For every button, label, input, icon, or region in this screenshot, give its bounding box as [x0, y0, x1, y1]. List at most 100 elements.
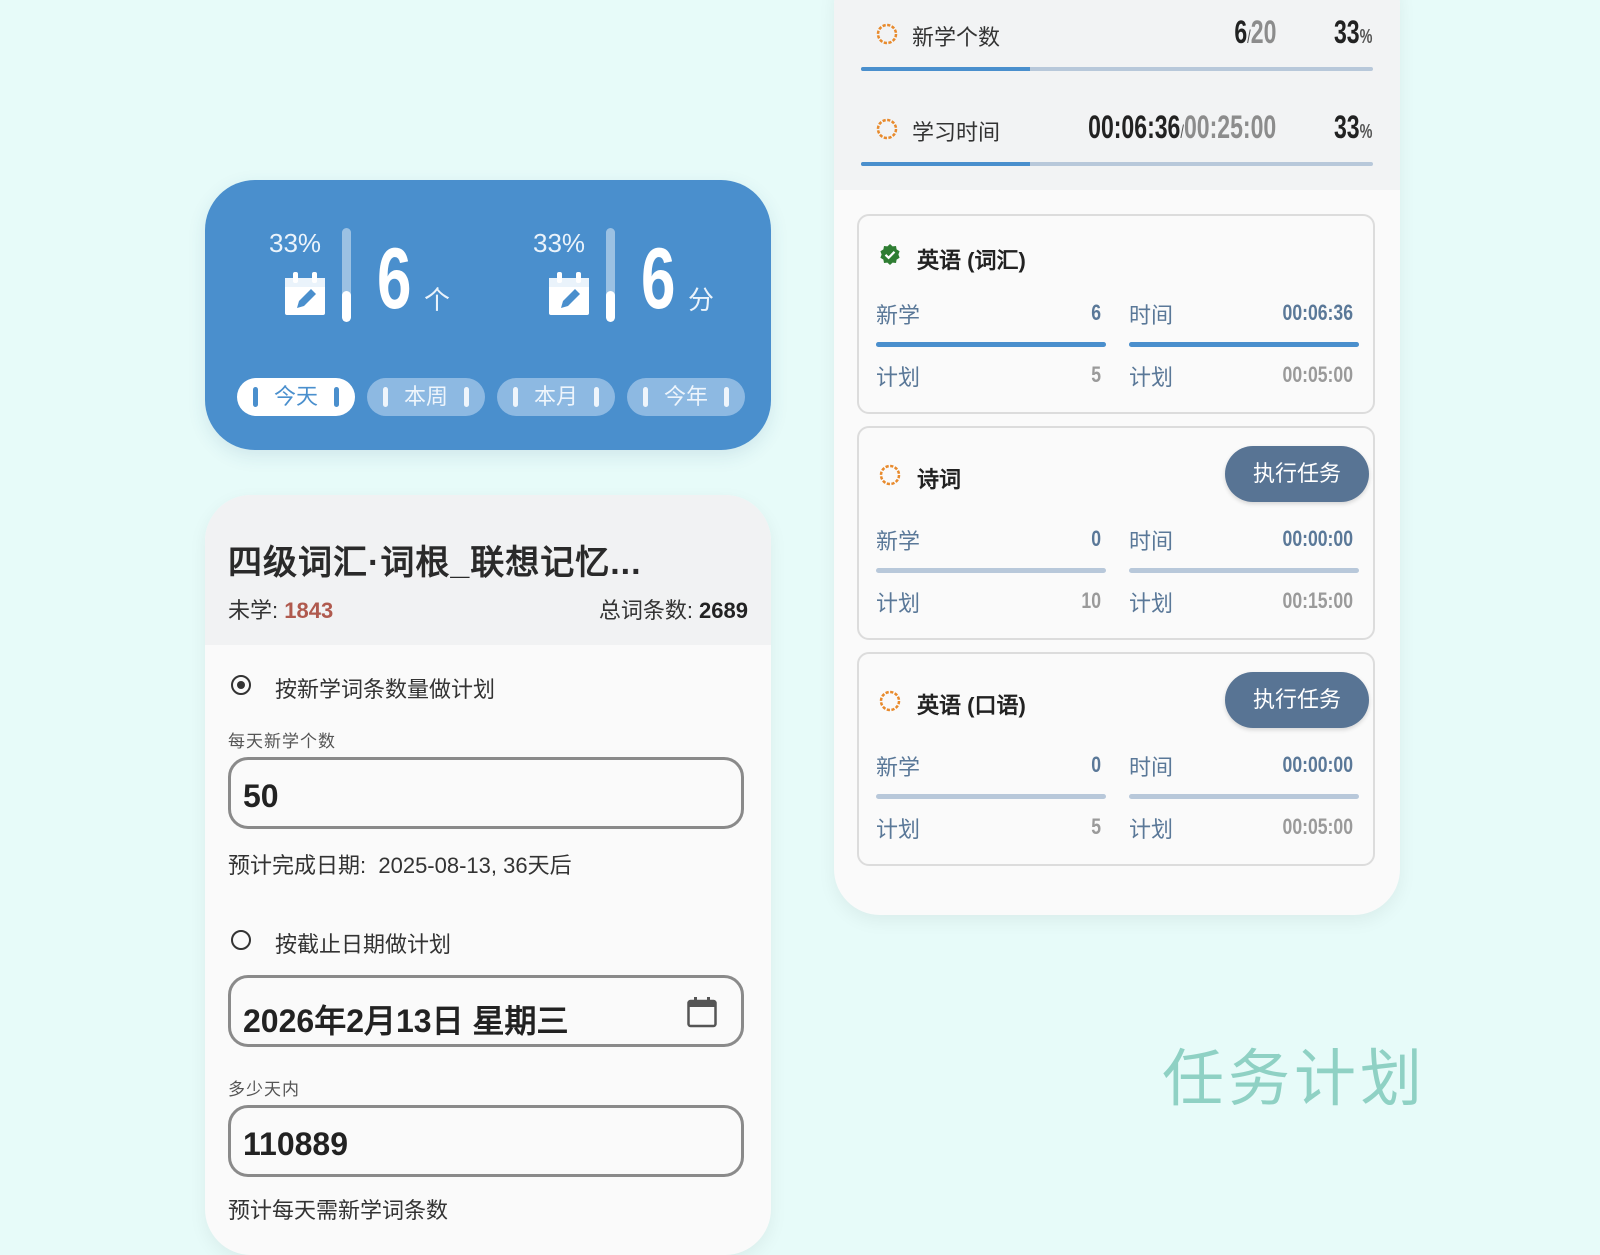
new-progress-bar: [876, 794, 1106, 799]
summary-percent-sign: %: [1359, 121, 1372, 143]
tab-cap-left: [643, 387, 648, 407]
summary-new-target: 20: [1250, 14, 1276, 50]
plan-label: 计划: [1129, 591, 1174, 616]
new-progress-bar: [876, 568, 1106, 573]
plan-time-value: 00:05:00: [1282, 814, 1353, 839]
new-value: 6: [1091, 300, 1101, 325]
daily-new-value: 50: [243, 778, 279, 814]
new-words-value: 6: [377, 231, 412, 327]
new-words-level-bar: [342, 228, 351, 322]
tab-month[interactable]: 本月: [497, 378, 615, 416]
summary-time-progress: [861, 162, 1373, 166]
radio-by-date[interactable]: [231, 930, 251, 950]
time-progress-bar: [1129, 794, 1359, 799]
new-words-unit: 个: [424, 285, 451, 315]
estimate-value: 2025-08-13, 36天后: [378, 853, 572, 878]
calendar-icon[interactable]: [687, 996, 717, 1028]
plan-label: 计划: [1129, 817, 1174, 842]
tab-cap-left: [253, 387, 258, 407]
subject-title: 英语 (词汇): [917, 248, 1026, 273]
new-progress-bar: [876, 342, 1106, 347]
plan-new-value: 5: [1091, 362, 1101, 387]
book-title: 四级词汇·词根_联想记忆...: [228, 544, 642, 582]
time-progress-bar: [1129, 342, 1359, 347]
plan-label: 计划: [876, 817, 921, 842]
tab-week-label: 本周: [403, 384, 448, 409]
time-label: 时间: [1129, 529, 1174, 554]
study-time-percent: 33%: [533, 228, 586, 258]
days-within-label: 多少天内: [228, 1080, 300, 1099]
summary-percent-sign: %: [1359, 26, 1372, 48]
plan-header: 四级词汇·词根_联想记忆... 未学: 1843 总词条数: 2689: [205, 495, 771, 645]
summary-time-percent-value: 33: [1333, 109, 1360, 145]
task-summary: 新学个数 6/20 33% 学习时间 00:06:36/00:25:00 33%: [834, 0, 1400, 190]
tab-cap-right: [594, 387, 599, 407]
plan-time-value: 00:15:00: [1282, 588, 1353, 613]
stats-widget: 33% 6 个 33% 6 分 今天 本周 本月 今年: [205, 180, 771, 450]
run-task-button[interactable]: 执行任务: [1225, 672, 1369, 728]
summary-new-percent: 33%: [1334, 14, 1372, 51]
time-value: 00:00:00: [1282, 752, 1353, 777]
summary-new-progress-fill: [861, 67, 1030, 71]
new-words-level-fill: [342, 290, 351, 322]
total-count: 总词条数: 2689: [599, 593, 748, 625]
tab-week[interactable]: 本周: [367, 378, 485, 416]
deadline-date-value: 2026年2月13日 星期三: [243, 1003, 569, 1039]
tab-year[interactable]: 今年: [627, 378, 745, 416]
calendar-edit-icon: [285, 272, 325, 315]
tab-today[interactable]: 今天: [237, 378, 355, 416]
summary-new-done: 6: [1233, 14, 1247, 50]
tab-cap-right: [724, 387, 729, 407]
radio-selected-dot: [237, 681, 245, 689]
task-card: 新学个数 6/20 33% 学习时间 00:06:36/00:25:00 33%: [834, 0, 1400, 915]
study-time-level-bar: [606, 228, 615, 322]
subject-title: 诗词: [917, 467, 962, 492]
total-label: 总词条数:: [598, 598, 700, 623]
summary-time-percent: 33%: [1334, 109, 1372, 146]
time-progress-bar: [1129, 568, 1359, 573]
new-label: 新学: [876, 755, 921, 780]
daily-required-note: 预计每天需新学词条数: [228, 1198, 449, 1223]
new-progress-fill: [876, 342, 1106, 347]
tab-cap-right: [464, 387, 469, 407]
tab-month-label: 本月: [533, 384, 578, 409]
pending-ring-icon: [879, 464, 901, 486]
plan-label: 计划: [876, 365, 921, 390]
summary-time-done: 00:06:36: [1087, 109, 1181, 145]
tab-cap-left: [513, 387, 518, 407]
plan-card: 四级词汇·词根_联想记忆... 未学: 1843 总词条数: 2689 按新学词…: [205, 495, 771, 1255]
subject-title: 英语 (口语): [917, 693, 1026, 718]
estimate-line: 预计完成日期: 2025-08-13, 36天后: [228, 848, 572, 880]
summary-time-label: 学习时间: [912, 120, 1001, 145]
summary-new-value: 6/20: [1234, 14, 1276, 51]
summary-time-progress-fill: [861, 162, 1030, 166]
daily-new-label: 每天新学个数: [228, 732, 336, 751]
subject-card-poetry: 诗词 执行任务 新学 0 时间 00:00:00 计划 10 计划 00:15:…: [857, 426, 1375, 640]
plan-new-value: 5: [1091, 814, 1101, 839]
option-by-date-label[interactable]: 按截止日期做计划: [275, 927, 451, 959]
study-time-unit: 分: [688, 285, 715, 315]
pending-ring-icon: [879, 690, 901, 712]
time-value: 00:06:36: [1282, 300, 1353, 325]
days-within-value: 110889: [243, 1126, 349, 1162]
deadline-date-input[interactable]: 2026年2月13日 星期三: [228, 975, 744, 1047]
daily-new-input[interactable]: 50: [228, 757, 744, 829]
run-task-button[interactable]: 执行任务: [1225, 446, 1369, 502]
subject-card-vocab: 英语 (词汇) 新学 6 时间 00:06:36 计划 5 计划 00:05:0…: [857, 214, 1375, 414]
plan-label: 计划: [876, 591, 921, 616]
study-time-value: 6: [641, 231, 676, 327]
summary-time-value: 00:06:36/00:25:00: [1088, 109, 1276, 146]
radio-by-count[interactable]: [231, 675, 251, 695]
tab-cap-left: [383, 387, 388, 407]
new-words-percent: 33%: [269, 228, 322, 258]
days-within-input[interactable]: 110889: [228, 1105, 744, 1177]
option-by-count-label[interactable]: 按新学词条数量做计划: [275, 672, 495, 704]
plan-time-value: 00:05:00: [1282, 362, 1353, 387]
summary-new-progress: [861, 67, 1373, 71]
pending-ring-icon: [876, 118, 898, 140]
unlearned-label: 未学:: [228, 598, 285, 623]
new-value: 0: [1091, 752, 1101, 777]
unlearned-value: 1843: [284, 598, 334, 623]
summary-new-percent-value: 33: [1333, 14, 1360, 50]
tab-today-label: 今天: [273, 384, 318, 409]
